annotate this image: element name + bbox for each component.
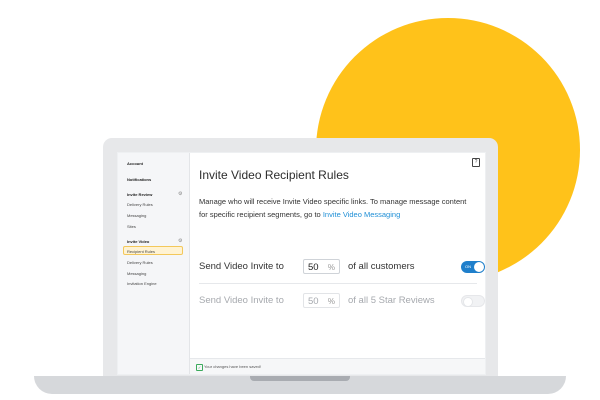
laptop-notch — [250, 376, 350, 381]
gear-icon[interactable]: ⚙ — [178, 238, 182, 244]
messaging-link[interactable]: Invite Video Messaging — [323, 210, 400, 219]
percent-input[interactable]: 50 % — [303, 259, 340, 274]
save-status-bar: ✓ Your changes have been saved! — [190, 358, 485, 374]
main-content: ? Invite Video Recipient Rules Manage wh… — [190, 153, 485, 374]
rule-label: Send Video Invite to — [199, 295, 284, 306]
help-icon[interactable]: ? — [472, 158, 480, 167]
settings-sidebar: Account Notifications Invite Review ⚙ De… — [118, 153, 190, 374]
recipient-rule-row: Send Video Invite to 50 % of all 5 Star … — [199, 293, 485, 309]
rule-target: of all customers — [348, 261, 415, 272]
laptop-base — [34, 376, 566, 394]
sidebar-item-delivery-rules[interactable]: Delivery Rules — [127, 202, 153, 207]
app-screen: Account Notifications Invite Review ⚙ De… — [117, 152, 486, 375]
sidebar-item-messaging[interactable]: Messaging — [127, 271, 146, 276]
percent-value: 50 — [308, 262, 319, 273]
check-icon: ✓ — [196, 364, 203, 371]
percent-unit: % — [327, 297, 335, 306]
percent-input[interactable]: 50 % — [303, 293, 340, 308]
rule-target: of all 5 Star Reviews — [348, 295, 435, 306]
recipient-rule-row: Send Video Invite to 50 % of all custome… — [199, 259, 485, 275]
sidebar-heading-invite-video[interactable]: Invite Video — [127, 239, 149, 244]
sidebar-item-invitation-engine[interactable]: Invitation Engine — [127, 281, 157, 286]
sidebar-heading-invite-review[interactable]: Invite Review — [127, 192, 152, 197]
toggle-knob — [474, 262, 484, 272]
sidebar-item-notifications[interactable]: Notifications — [127, 177, 151, 182]
percent-unit: % — [327, 263, 335, 272]
percent-value: 50 — [308, 296, 319, 307]
toggle-state-label: ON — [465, 264, 471, 269]
divider — [199, 283, 477, 284]
rule-toggle[interactable]: ON — [461, 261, 485, 273]
sidebar-item-account[interactable]: Account — [127, 161, 143, 166]
page-description: Manage who will receive Invite Video spe… — [199, 195, 469, 221]
rule-toggle[interactable] — [461, 295, 485, 307]
page-title: Invite Video Recipient Rules — [199, 168, 349, 182]
rule-label: Send Video Invite to — [199, 261, 284, 272]
sidebar-item-delivery-rules[interactable]: Delivery Rules — [127, 260, 153, 265]
gear-icon[interactable]: ⚙ — [178, 191, 182, 197]
sidebar-item-recipient-rules[interactable]: Recipient Rules — [127, 249, 155, 254]
save-status-text: Your changes have been saved! — [204, 364, 262, 369]
toggle-knob — [463, 297, 473, 307]
sidebar-item-sites[interactable]: Sites — [127, 224, 136, 229]
sidebar-item-messaging[interactable]: Messaging — [127, 213, 146, 218]
